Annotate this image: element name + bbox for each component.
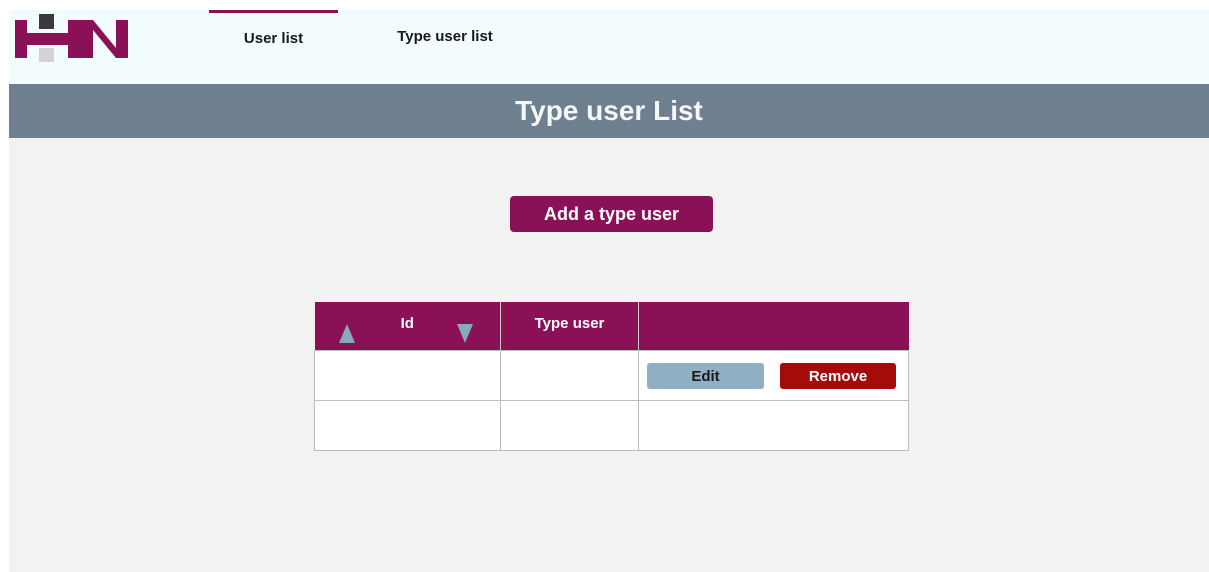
sort-descending-icon[interactable] — [456, 324, 473, 343]
add-type-user-button[interactable]: Add a type user — [510, 196, 713, 232]
type-user-table: Id Type user Edit Remove — [314, 302, 909, 451]
table-row — [314, 400, 909, 451]
page-title: Type user List — [9, 84, 1209, 138]
tab-type-user-list[interactable]: Type user list — [381, 10, 509, 64]
hn-logo-icon[interactable] — [12, 12, 132, 66]
column-label-actions — [639, 302, 909, 315]
table-row: Edit Remove — [314, 350, 909, 401]
cell-type-user — [500, 350, 639, 401]
top-navigation: User list Type user list — [9, 10, 1209, 84]
column-header-actions — [638, 302, 909, 351]
column-header-id[interactable]: Id — [314, 302, 501, 351]
edit-button[interactable]: Edit — [647, 363, 764, 389]
cell-id — [314, 350, 501, 401]
column-label-type-user: Type user — [534, 315, 605, 332]
sort-ascending-icon[interactable] — [338, 324, 355, 343]
column-header-type-user: Type user — [500, 302, 639, 351]
cell-actions — [638, 400, 909, 451]
cell-type-user — [500, 400, 639, 451]
app-frame: User list Type user list Type user List … — [9, 10, 1209, 572]
remove-button[interactable]: Remove — [780, 363, 896, 389]
cell-id — [314, 400, 501, 451]
tab-user-list[interactable]: User list — [209, 10, 338, 64]
table-header-row: Id Type user — [314, 302, 909, 351]
cell-actions: Edit Remove — [638, 350, 909, 401]
